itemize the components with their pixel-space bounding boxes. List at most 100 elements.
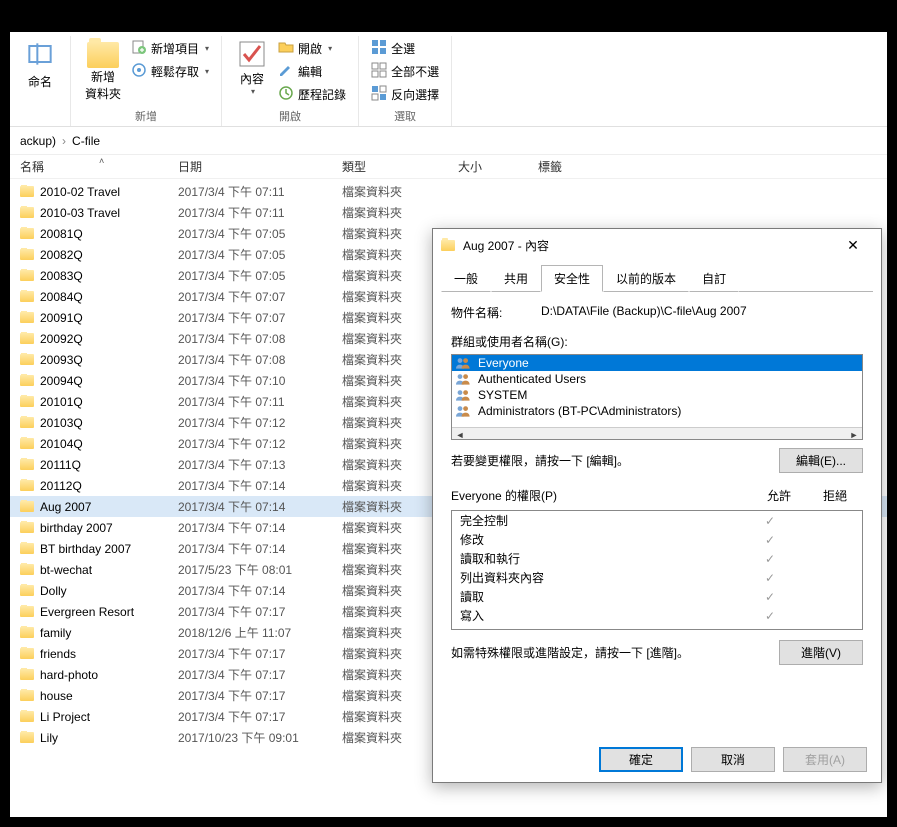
tab-customize[interactable]: 自訂 xyxy=(689,265,739,292)
column-header-date[interactable]: 日期 xyxy=(178,158,342,175)
rename-button[interactable]: 命名 xyxy=(18,36,62,92)
sort-asc-icon: ˄ xyxy=(99,156,104,166)
file-name: house xyxy=(40,689,73,703)
scroll-left-icon[interactable]: ◄ xyxy=(452,430,468,440)
object-name-label: 物件名稱: xyxy=(451,304,541,321)
groups-listbox[interactable]: EveryoneAuthenticated UsersSYSTEMAdminis… xyxy=(451,354,863,440)
dialog-title: Aug 2007 - 內容 xyxy=(463,237,833,254)
permission-name: 寫入 xyxy=(460,607,742,624)
file-name: 20084Q xyxy=(40,290,83,304)
allow-checkmark: ✓ xyxy=(742,590,798,604)
ok-button[interactable]: 確定 xyxy=(599,747,683,772)
file-name: 20092Q xyxy=(40,332,83,346)
dialog-tabs: 一般 共用 安全性 以前的版本 自訂 xyxy=(433,261,881,292)
select-all-icon xyxy=(371,39,387,58)
apply-button[interactable]: 套用(A) xyxy=(783,747,867,772)
breadcrumb[interactable]: ackup) › C-file xyxy=(10,127,887,155)
file-date: 2017/3/4 下午 07:17 xyxy=(178,603,342,620)
close-button[interactable]: ✕ xyxy=(833,231,873,259)
file-name: BT birthday 2007 xyxy=(40,542,131,556)
group-item[interactable]: Administrators (BT-PC\Administrators) xyxy=(452,403,862,419)
edit-hint: 若要變更權限，請按一下 [編輯]。 xyxy=(451,452,779,469)
file-name: family xyxy=(40,626,71,640)
file-date: 2017/3/4 下午 07:05 xyxy=(178,267,342,284)
edit-icon xyxy=(278,62,294,81)
advanced-button[interactable]: 進階(V) xyxy=(779,640,863,665)
folder-icon xyxy=(20,228,34,239)
file-name: 20103Q xyxy=(40,416,83,430)
group-item[interactable]: Everyone xyxy=(452,355,862,371)
group-item[interactable]: SYSTEM xyxy=(452,387,862,403)
invert-selection-button[interactable]: 反向選擇 xyxy=(367,84,443,105)
group-name: SYSTEM xyxy=(478,388,527,402)
file-name: 20082Q xyxy=(40,248,83,262)
edit-permissions-button[interactable]: 編輯(E)... xyxy=(779,448,863,473)
properties-icon xyxy=(236,38,268,70)
file-name: 20091Q xyxy=(40,311,83,325)
column-header-name[interactable]: 名稱˄ xyxy=(20,158,178,175)
open-button[interactable]: 開啟▾ xyxy=(274,38,350,59)
file-date: 2017/3/4 下午 07:17 xyxy=(178,666,342,683)
breadcrumb-segment[interactable]: C-file xyxy=(68,134,104,148)
file-name: 20093Q xyxy=(40,353,83,367)
folder-icon xyxy=(20,375,34,386)
folder-icon xyxy=(20,417,34,428)
file-date: 2017/3/4 下午 07:05 xyxy=(178,246,342,263)
tab-previous-versions[interactable]: 以前的版本 xyxy=(603,265,689,292)
select-none-button[interactable]: 全部不選 xyxy=(367,61,443,82)
history-button[interactable]: 歷程記錄 xyxy=(274,84,350,105)
file-type: 檔案資料夾 xyxy=(342,183,458,200)
file-date: 2017/3/4 下午 07:14 xyxy=(178,498,342,515)
file-name: hard-photo xyxy=(40,668,98,682)
folder-icon xyxy=(20,459,34,470)
tab-general[interactable]: 一般 xyxy=(441,265,491,292)
deny-column-header: 拒絕 xyxy=(807,487,863,504)
invert-selection-icon xyxy=(371,85,387,104)
chevron-down-icon: ▾ xyxy=(205,67,209,76)
permission-row: 讀取✓ xyxy=(452,587,862,606)
horizontal-scrollbar[interactable]: ◄ ► xyxy=(452,427,862,440)
file-date: 2017/3/4 下午 07:11 xyxy=(178,204,342,221)
cancel-button[interactable]: 取消 xyxy=(691,747,775,772)
folder-icon xyxy=(20,333,34,344)
select-all-button[interactable]: 全選 xyxy=(367,38,443,59)
properties-dialog: Aug 2007 - 內容 ✕ 一般 共用 安全性 以前的版本 自訂 物件名稱:… xyxy=(432,228,882,783)
folder-icon xyxy=(20,438,34,449)
scroll-right-icon[interactable]: ► xyxy=(846,430,862,440)
file-row[interactable]: 2010-02 Travel2017/3/4 下午 07:11檔案資料夾 xyxy=(10,181,887,202)
chevron-down-icon: ▾ xyxy=(328,44,332,53)
allow-checkmark: ✓ xyxy=(742,533,798,547)
chevron-down-icon: ▾ xyxy=(251,87,255,96)
chevron-down-icon: ▾ xyxy=(205,44,209,53)
new-item-button[interactable]: 新增項目▾ xyxy=(127,38,213,59)
column-header-type[interactable]: 類型 xyxy=(342,158,458,175)
folder-icon xyxy=(20,690,34,701)
file-name: 20112Q xyxy=(40,479,82,493)
file-date: 2017/3/4 下午 07:12 xyxy=(178,414,342,431)
folder-icon xyxy=(20,648,34,659)
group-item[interactable]: Authenticated Users xyxy=(452,371,862,387)
permissions-listbox[interactable]: 完全控制✓修改✓讀取和執行✓列出資料夾內容✓讀取✓寫入✓ xyxy=(451,510,863,630)
tab-sharing[interactable]: 共用 xyxy=(491,265,541,292)
file-date: 2017/3/4 下午 07:12 xyxy=(178,435,342,452)
properties-button[interactable]: 內容 ▾ xyxy=(230,36,274,98)
groups-label: 群組或使用者名稱(G): xyxy=(451,333,863,350)
file-row[interactable]: 2010-03 Travel2017/3/4 下午 07:11檔案資料夾 xyxy=(10,202,887,223)
ribbon-group-new-label: 新增 xyxy=(135,106,157,126)
tab-security[interactable]: 安全性 xyxy=(541,265,603,292)
file-name: Li Project xyxy=(40,710,90,724)
new-folder-button[interactable]: 新增 資料夾 xyxy=(79,36,127,104)
file-name: bt-wechat xyxy=(40,563,92,577)
column-header-tags[interactable]: 標籤 xyxy=(538,158,638,175)
permission-row: 完全控制✓ xyxy=(452,511,862,530)
rename-icon xyxy=(24,38,56,73)
easy-access-button[interactable]: 輕鬆存取▾ xyxy=(127,61,213,82)
permission-name: 讀取 xyxy=(460,588,742,605)
folder-icon xyxy=(20,669,34,680)
edit-button[interactable]: 編輯 xyxy=(274,61,350,82)
file-date: 2017/5/23 下午 08:01 xyxy=(178,561,342,578)
file-date: 2017/3/4 下午 07:17 xyxy=(178,645,342,662)
dialog-titlebar[interactable]: Aug 2007 - 內容 ✕ xyxy=(433,229,881,261)
column-header-size[interactable]: 大小 xyxy=(458,158,538,175)
breadcrumb-segment[interactable]: ackup) xyxy=(16,134,60,148)
